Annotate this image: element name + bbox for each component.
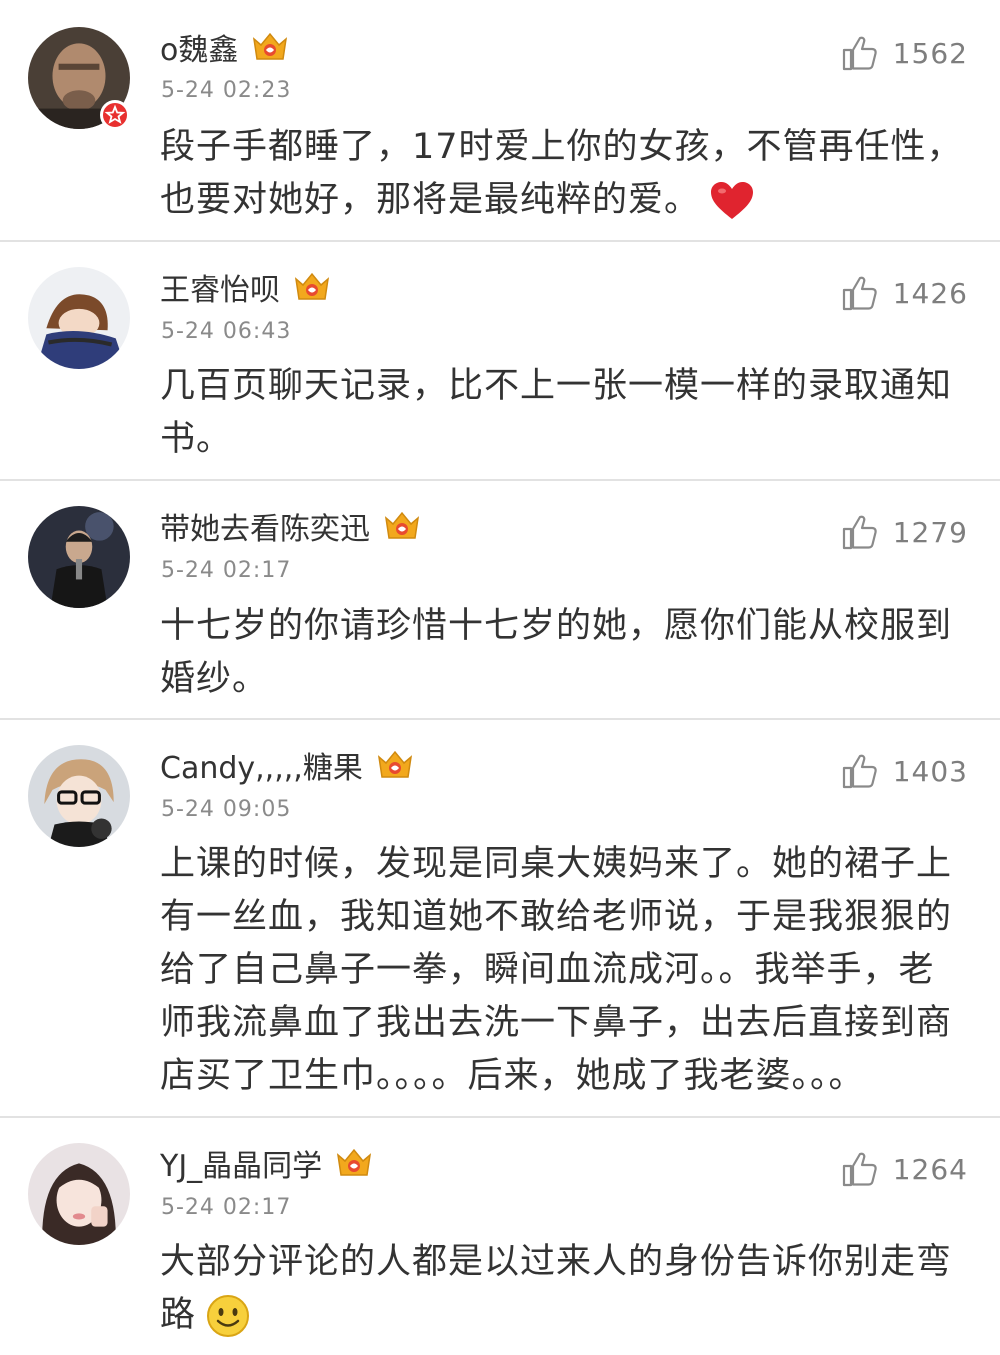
avatar[interactable]	[28, 745, 130, 847]
comment-item: YJ_晶晶同学 5-24 02:17 1264 大部分评论的人都是以过来人的身份…	[0, 1118, 1000, 1355]
comment-text: 大部分评论的人都是以过来人的身份告诉你别走弯路	[160, 1236, 970, 1342]
like-button[interactable]: 1279	[841, 512, 968, 552]
avatar[interactable]	[28, 506, 130, 608]
comment-time: 5-24 02:23	[161, 78, 292, 103]
user-name[interactable]: 带她去看陈奕迅	[160, 504, 370, 548]
vip-crown-icon	[337, 1148, 372, 1176]
red-heart-icon	[710, 181, 754, 221]
vip-crown-icon	[384, 511, 420, 539]
like-count: 1264	[892, 1152, 968, 1186]
verified-star-icon	[100, 100, 130, 130]
like-button[interactable]: 1403	[841, 751, 968, 791]
vip-crown-icon	[294, 272, 330, 300]
comment-header: o魏鑫	[160, 25, 290, 69]
comment-item: o魏鑫 5-24 02:23 1562 段子手都睡了，17时爱上你的女孩，不管再…	[0, 0, 1000, 242]
smiley-face-icon	[206, 1294, 250, 1338]
comment-header: 带她去看陈奕迅	[160, 504, 422, 548]
comment-text: 十七岁的你请珍惜十七岁的她，愿你们能从校服到婚纱。	[160, 606, 953, 699]
user-name[interactable]: 王睿怡呗	[160, 265, 280, 309]
comment-header: 王睿怡呗	[160, 265, 332, 309]
comment-item: Candy,,,,,糖果 5-24 09:05 1403 上课的时候，发现是同桌…	[0, 720, 1000, 1118]
thumbs-up-icon	[842, 515, 877, 550]
user-name[interactable]: YJ_晶晶同学	[160, 1141, 322, 1185]
comment-time: 5-24 06:43	[161, 319, 292, 344]
user-name[interactable]: o魏鑫	[160, 25, 238, 69]
comment-header: YJ_晶晶同学	[160, 1141, 374, 1185]
vip-crown-icon	[377, 750, 412, 778]
like-count: 1426	[892, 276, 968, 310]
like-button[interactable]: 1426	[841, 273, 968, 313]
comment-item: 带她去看陈奕迅 5-24 02:17 1279 十七岁的你请珍惜十七岁的她，愿你…	[0, 481, 1000, 720]
thumbs-up-icon	[842, 754, 877, 789]
thumbs-up-icon	[842, 36, 877, 71]
comment-text: 上课的时候，发现是同桌大姨妈来了。她的裙子上有一丝血，我知道她不敢给老师说，于是…	[160, 844, 953, 1096]
avatar[interactable]	[28, 1143, 130, 1245]
comment-text: 段子手都睡了，17时爱上你的女孩，不管再任性，也要对她好，那将是最纯粹的爱。	[160, 121, 970, 227]
thumbs-up-icon	[842, 276, 877, 311]
comment-time: 5-24 09:05	[161, 797, 292, 822]
comment-item: 王睿怡呗 5-24 06:43 1426 几百页聊天记录，比不上一张一模一样的录…	[0, 242, 1000, 481]
comment-body: 大部分评论的人都是以过来人的身份告诉你别走弯路	[160, 1242, 953, 1335]
comment-text: 几百页聊天记录，比不上一张一模一样的录取通知书。	[160, 366, 953, 459]
like-button[interactable]: 1264	[841, 1149, 968, 1189]
like-button[interactable]: 1562	[841, 33, 968, 73]
vip-crown-icon	[253, 32, 288, 60]
comment-time: 5-24 02:17	[161, 558, 292, 583]
like-count: 1403	[892, 754, 968, 788]
comment-header: Candy,,,,,糖果	[160, 743, 415, 787]
user-name[interactable]: Candy,,,,,糖果	[160, 743, 363, 787]
comment-time: 5-24 02:17	[161, 1195, 292, 1220]
like-count: 1279	[892, 515, 968, 549]
thumbs-up-icon	[842, 1152, 877, 1187]
avatar[interactable]	[28, 267, 130, 369]
comment-body: 段子手都睡了，17时爱上你的女孩，不管再任性，也要对她好，那将是最纯粹的爱。	[160, 127, 963, 220]
like-count: 1562	[892, 36, 968, 70]
